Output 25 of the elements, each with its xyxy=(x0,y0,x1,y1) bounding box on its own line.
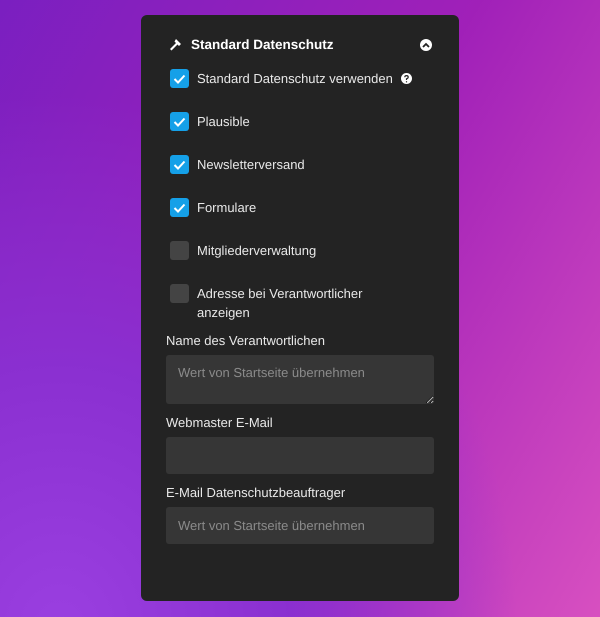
checkbox-label: Plausible xyxy=(197,113,251,131)
checkbox[interactable] xyxy=(170,284,189,303)
checkmark-icon xyxy=(173,116,186,126)
field-label: E-Mail Datenschutzbeauftrager xyxy=(166,484,346,502)
hammer-icon xyxy=(169,38,183,52)
checkmark-icon xyxy=(173,160,186,170)
checkmark-icon xyxy=(173,202,186,212)
checkbox-label: Formulare xyxy=(197,199,258,217)
checkbox-label: Newsletterversand xyxy=(197,156,306,174)
field-label: Webmaster E-Mail xyxy=(166,414,274,432)
checkbox[interactable] xyxy=(170,198,189,217)
checkbox-label: Adresse bei Verantwortlicher anzeigen xyxy=(197,285,364,322)
checkbox[interactable] xyxy=(170,69,189,88)
checkbox-label: Mitgliederverwaltung xyxy=(197,242,318,260)
text-area[interactable]: Wert von Startseite übernehmen xyxy=(166,355,434,404)
checkmark-icon xyxy=(173,74,186,84)
field-label: Name des Verantwortlichen xyxy=(166,332,326,350)
help-icon[interactable] xyxy=(400,73,412,84)
checkbox-label: Standard Datenschutz verwenden xyxy=(197,70,393,88)
checkbox[interactable] xyxy=(170,155,189,174)
input-field[interactable]: Wert von Startseite übernehmen xyxy=(166,507,434,544)
panel-title: Standard Datenschutz xyxy=(191,36,334,54)
collapse-button[interactable] xyxy=(420,39,432,51)
checkbox[interactable] xyxy=(170,112,189,131)
checkbox[interactable] xyxy=(170,241,189,260)
